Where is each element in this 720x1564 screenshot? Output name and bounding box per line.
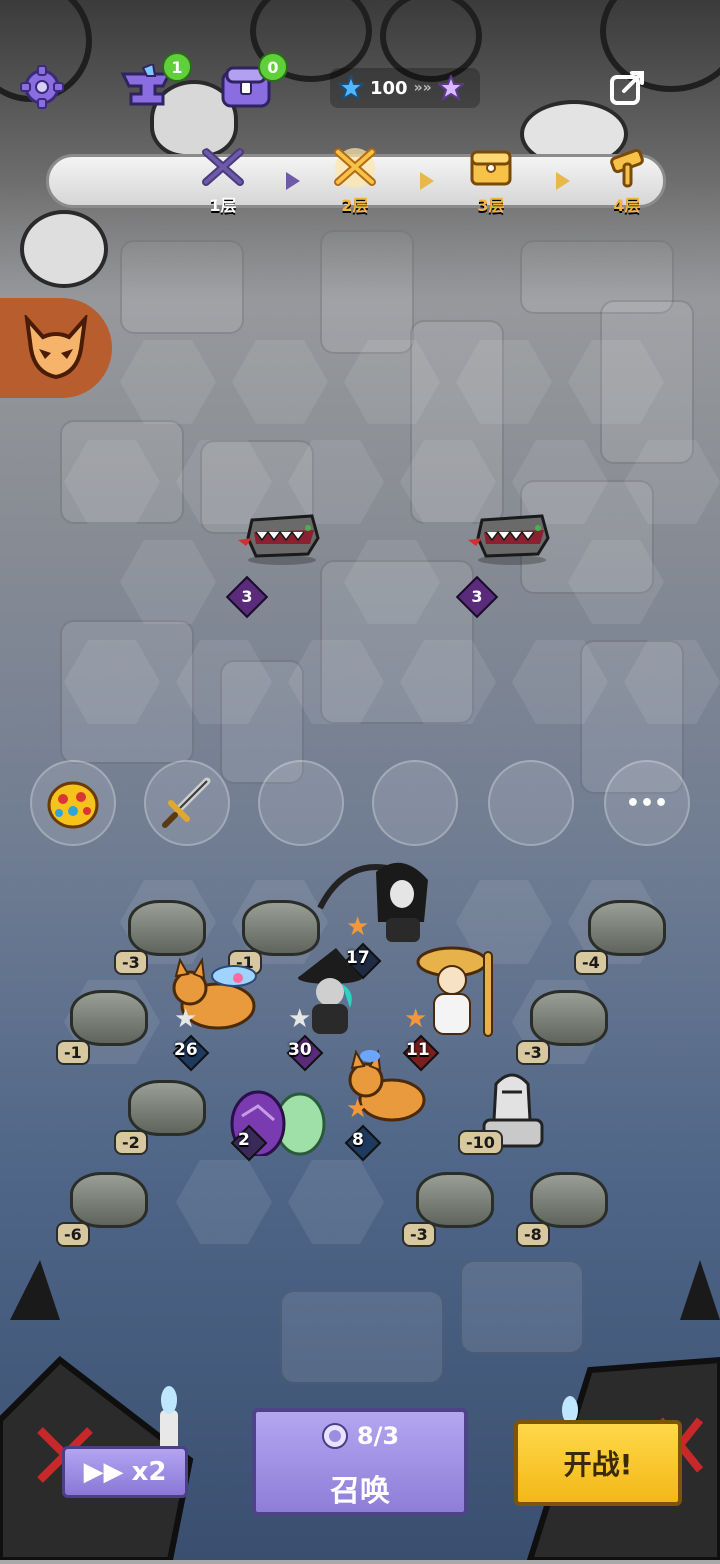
rock-value: -3 [402, 1222, 436, 1247]
gear-icon [20, 65, 64, 109]
rock-obstacle[interactable] [70, 1172, 148, 1228]
settings-button[interactable] [10, 58, 74, 116]
floor-4: 4层 [592, 148, 662, 216]
floor-label: 4层 [613, 196, 641, 215]
star-count: 100 [370, 77, 408, 99]
fast-forward-icon: ▶▶ [83, 1457, 124, 1487]
crossed-swords-icon [334, 148, 376, 188]
more-dots-icon: ••• [625, 790, 669, 816]
floor-label: 2层 [341, 196, 369, 215]
rock-obstacle[interactable] [530, 1172, 608, 1228]
skull-decoration [20, 210, 108, 288]
blue-star-icon [338, 75, 364, 101]
anvil-count-badge: 1 [162, 52, 192, 82]
mushroom-monk-icon [416, 946, 493, 1037]
jeweled-crown-icon [47, 781, 99, 829]
summon-count: 8/3 [356, 1422, 400, 1450]
progress-chevrons-icon: »» [413, 80, 432, 96]
golden-sword-icon [162, 777, 211, 828]
reaper-icon [317, 862, 428, 942]
share-icon [610, 71, 644, 105]
item-slot-crown[interactable] [30, 760, 116, 846]
arrow-icon [420, 172, 434, 190]
rainbow-star-icon [437, 75, 464, 101]
rock-value: -3 [516, 1040, 550, 1065]
item-slot-empty[interactable] [372, 760, 458, 846]
start-battle-button[interactable]: 开战! [514, 1420, 682, 1506]
item-slot-empty[interactable] [488, 760, 574, 846]
rock-value: -4 [574, 950, 608, 975]
star-progress[interactable]: 100 »» [330, 68, 480, 108]
rock-value: -1 [56, 1040, 90, 1065]
start-label: 开战! [563, 1448, 633, 1481]
rock-obstacle[interactable] [128, 1080, 206, 1136]
floor-3: 3层 [456, 148, 526, 216]
unit-mushroom-monk[interactable] [414, 944, 504, 1040]
boss-hammer-icon [610, 148, 644, 188]
item-slot-empty[interactable] [258, 760, 344, 846]
rock-obstacle[interactable] [70, 990, 148, 1046]
floor-1: 1层 [188, 148, 258, 216]
speed-toggle-button[interactable]: ▶▶ x2 [62, 1446, 188, 1498]
chest-resource[interactable]: 0 [214, 52, 288, 116]
rock-value: -6 [56, 1222, 90, 1247]
statue-value: -10 [458, 1130, 503, 1155]
unit-power: 8 [352, 1130, 364, 1150]
floor-label: 3层 [477, 196, 505, 215]
arrow-icon [286, 172, 300, 190]
summon-cost: 8/3 [256, 1422, 464, 1450]
anvil-resource[interactable]: 1 [116, 52, 192, 116]
rock-obstacle[interactable] [128, 900, 206, 956]
jaw-monster-icon [238, 514, 320, 565]
rock-obstacle[interactable] [530, 990, 608, 1046]
unit-power: 26 [174, 1040, 198, 1060]
demon-mask-icon [24, 315, 88, 380]
unit-power: 2 [238, 1130, 250, 1150]
rock-value: -8 [516, 1222, 550, 1247]
rank-star-icon: ★ [174, 1004, 198, 1034]
rank-star-icon: ★ [346, 912, 370, 942]
enemy-mimic-jaw[interactable] [238, 510, 320, 566]
demon-mode-button[interactable] [0, 298, 112, 398]
rock-value: -3 [114, 950, 148, 975]
more-items-button[interactable]: ••• [604, 760, 690, 846]
crossed-swords-icon [202, 148, 244, 186]
enemy-mimic-jaw[interactable] [468, 510, 550, 566]
chest-count-badge: 0 [258, 52, 288, 82]
arrow-icon [556, 172, 570, 190]
rank-star-icon: ★ [288, 1004, 312, 1034]
summon-label: 召唤 [330, 1474, 390, 1509]
rock-obstacle[interactable] [588, 900, 666, 956]
rank-star-icon: ★ [404, 1004, 428, 1034]
floor-label: 1层 [209, 196, 237, 215]
summon-button[interactable]: 8/3 召唤 [252, 1408, 468, 1516]
jaw-monster-icon [468, 514, 550, 565]
rank-star-icon: ★ [346, 1094, 370, 1124]
unit-power: 30 [288, 1040, 312, 1060]
unit-grim-reaper[interactable] [316, 852, 436, 948]
coffin-decoration-right [490, 1260, 720, 1563]
treasure-chest-icon [470, 150, 512, 186]
coffin-decoration-left [0, 1260, 230, 1563]
rock-obstacle[interactable] [416, 1172, 494, 1228]
item-slot-sword[interactable] [144, 760, 230, 846]
share-button[interactable] [598, 58, 658, 116]
summon-orb-icon [321, 1423, 348, 1449]
floor-2: 2层 [320, 148, 390, 216]
rock-value: -2 [114, 1130, 148, 1155]
speed-label: x2 [131, 1457, 167, 1487]
enemy-level-badge: 3 [225, 575, 269, 619]
